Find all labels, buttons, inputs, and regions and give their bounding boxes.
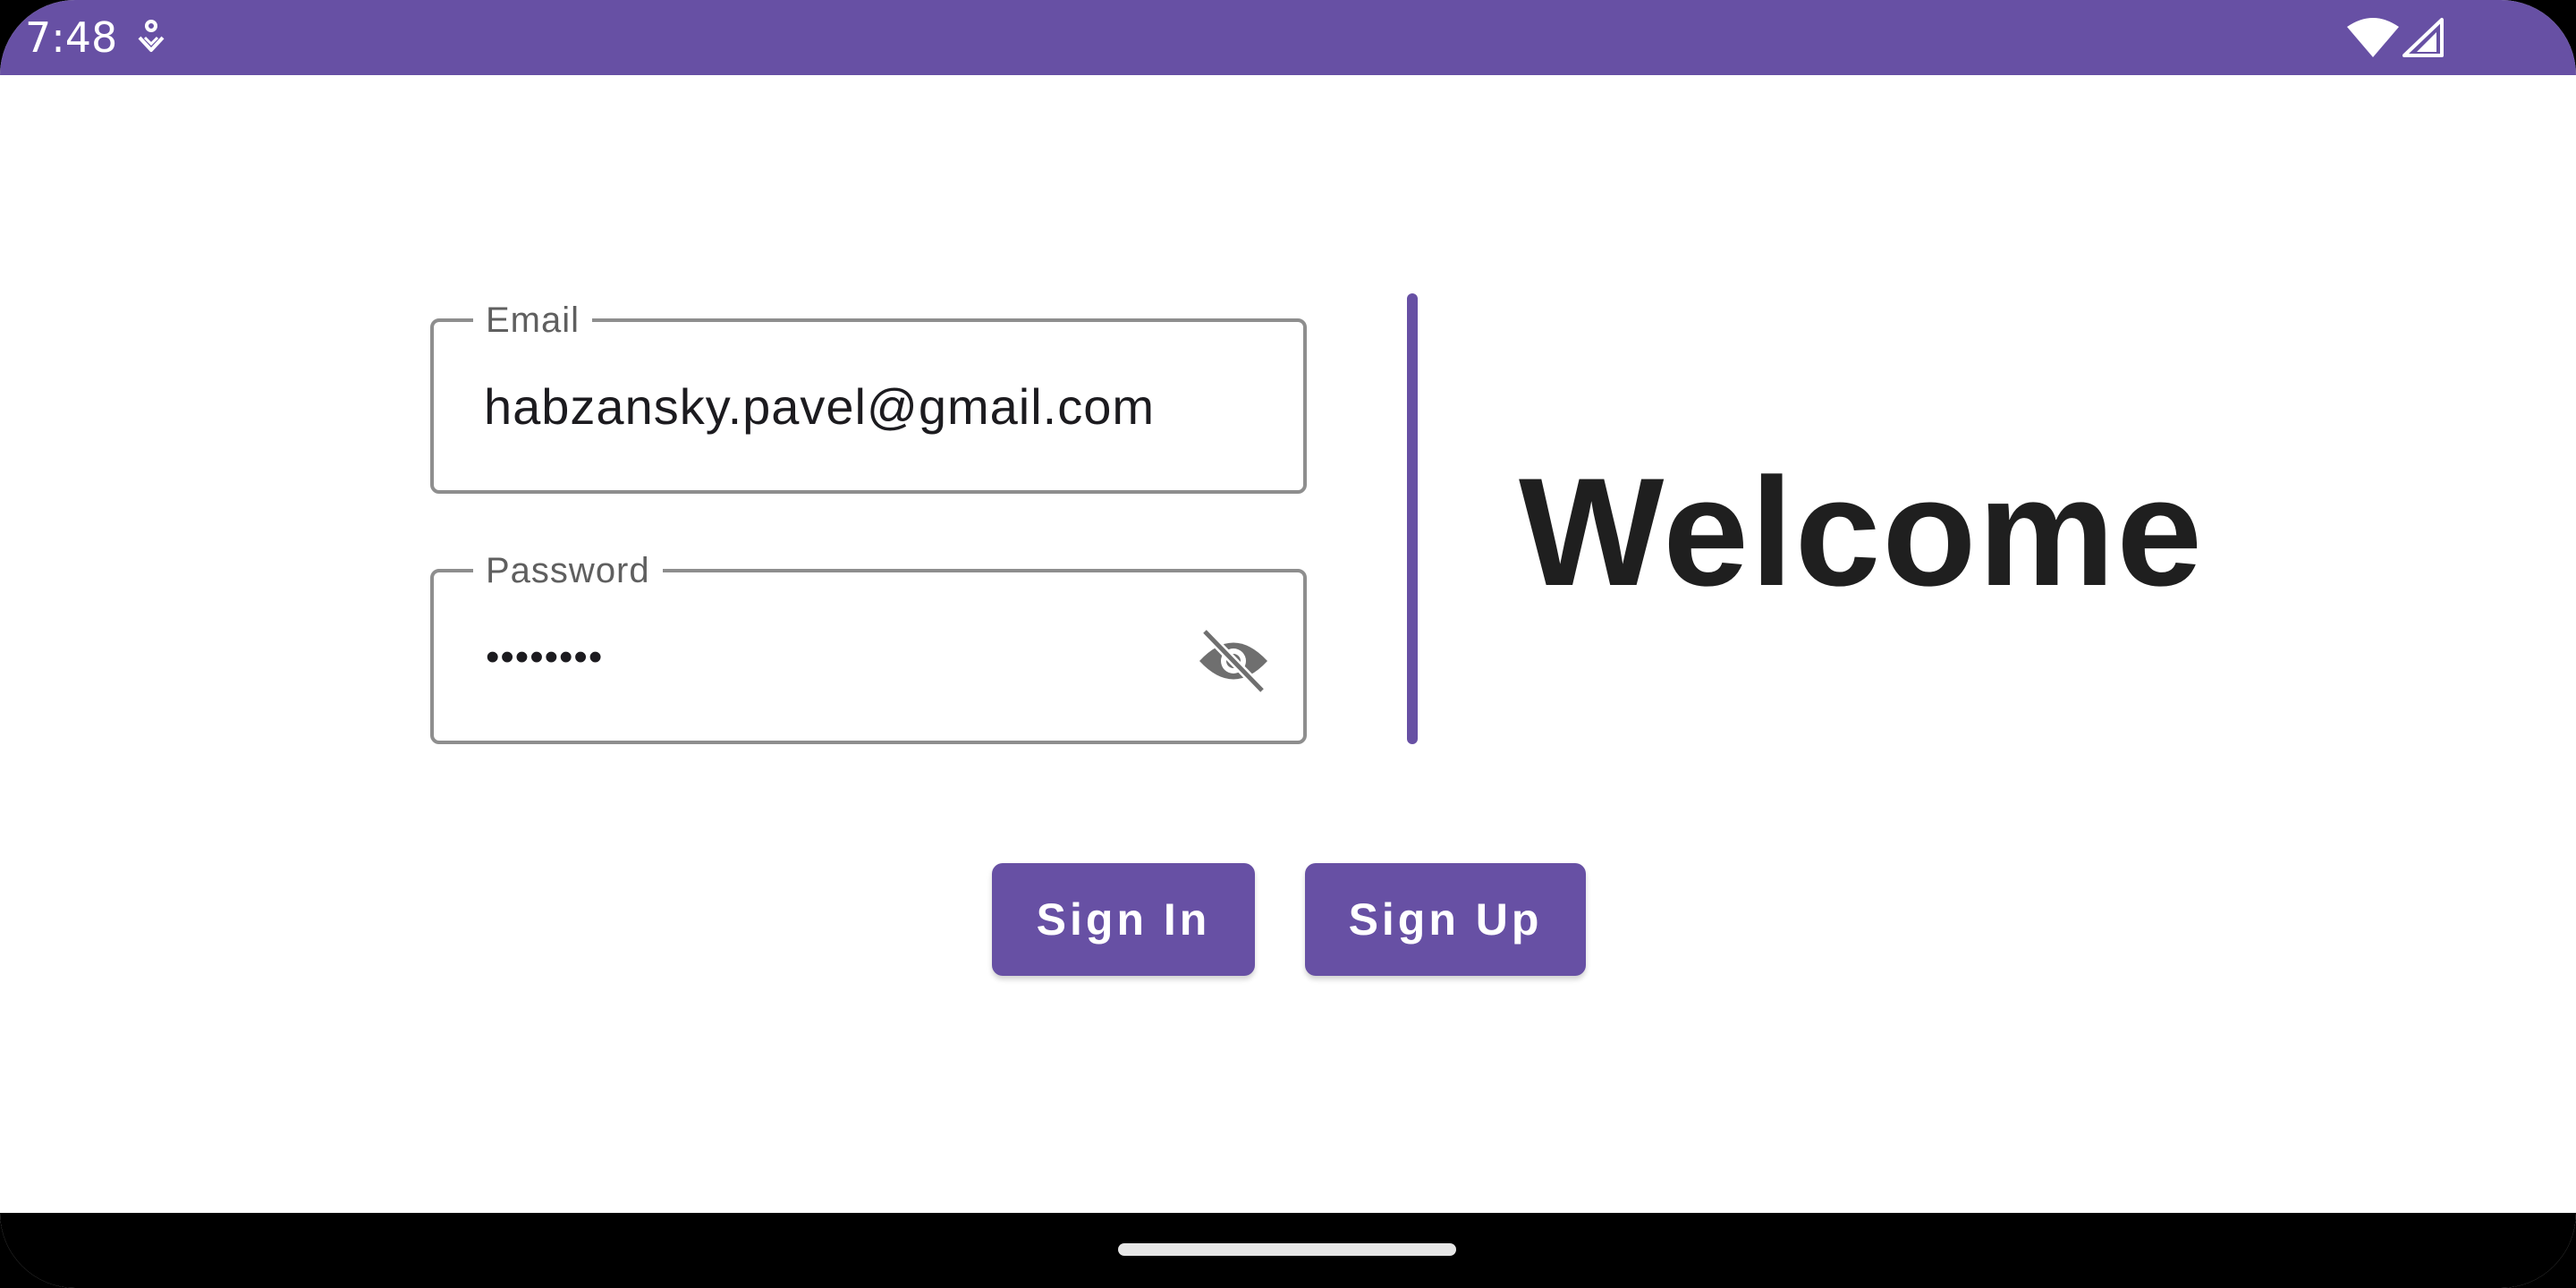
password-field[interactable]: Password ••••••••: [430, 546, 1307, 744]
email-input-value[interactable]: habzansky.pavel@gmail.com: [484, 376, 1155, 438]
email-field[interactable]: Email habzansky.pavel@gmail.com: [430, 295, 1307, 494]
password-input-value[interactable]: ••••••••: [486, 635, 603, 680]
sign-up-button[interactable]: Sign Up: [1305, 863, 1586, 976]
status-bar: 7:48: [0, 0, 2576, 75]
home-gesture-handle[interactable]: [1118, 1243, 1456, 1256]
app-screen: 7:48 Email habzansky.pavel@gmail.com Pas…: [0, 0, 2576, 1288]
wifi-icon: [2347, 18, 2399, 57]
status-time: 7:48: [25, 13, 118, 62]
signal-icon: [2402, 18, 2444, 57]
visibility-off-icon[interactable]: [1196, 628, 1271, 694]
notification-icon: [138, 20, 165, 52]
email-label: Email: [473, 295, 593, 345]
vertical-divider: [1407, 293, 1418, 744]
sign-in-button[interactable]: Sign In: [992, 863, 1255, 976]
navigation-bar: [0, 1213, 2576, 1288]
welcome-heading: Welcome: [1519, 446, 2204, 618]
password-label: Password: [473, 546, 663, 596]
